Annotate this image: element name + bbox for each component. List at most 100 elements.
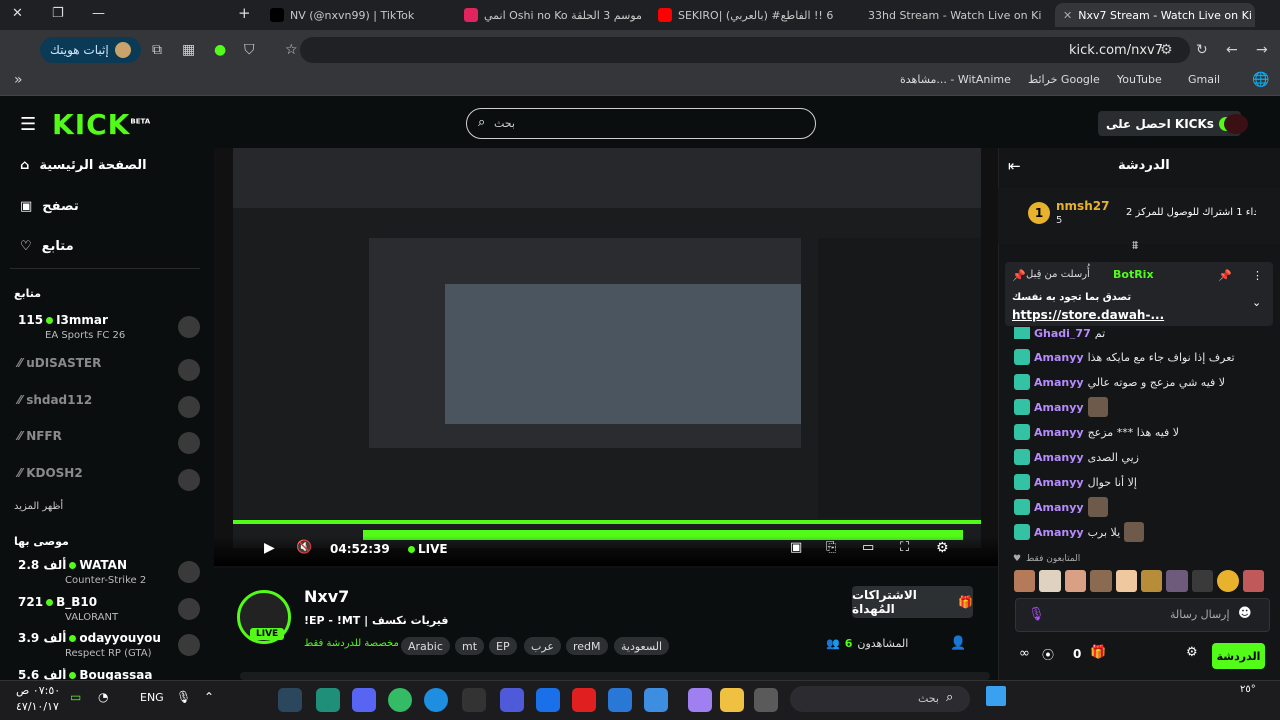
epic-games-icon[interactable] [462, 688, 486, 712]
emote[interactable] [1217, 570, 1239, 592]
new-tab-icon[interactable]: + [238, 4, 251, 22]
emote[interactable] [1166, 570, 1188, 592]
clock-time[interactable]: ٠٧:٥٠ ص [16, 684, 60, 697]
play-icon[interactable]: ▶ [264, 540, 275, 556]
video-progress-bar[interactable] [233, 520, 981, 524]
tab-kick-33hd[interactable]: 33hd Stream - Watch Live on Ki [860, 3, 1045, 27]
clock-date[interactable]: ٤٧/١٠/١٧ [16, 700, 59, 713]
edge-icon[interactable] [424, 688, 448, 712]
reload-icon[interactable]: ↻ [1196, 42, 1208, 58]
app-icon[interactable] [316, 688, 340, 712]
clip-icon[interactable]: ⎘ [826, 540, 836, 555]
menu-icon[interactable]: ☰ [20, 114, 36, 135]
chat-input[interactable] [1015, 598, 1270, 632]
back-icon[interactable]: → [1256, 42, 1268, 58]
copilot-icon[interactable] [688, 688, 712, 712]
app-icon[interactable] [572, 688, 596, 712]
pip-icon[interactable]: ▣ [790, 540, 802, 555]
streamer-name[interactable]: Nxv7 [304, 587, 349, 606]
theater-mode-icon[interactable]: ▭ [862, 540, 874, 555]
following-item-kdosh2[interactable]: ⁄⁄ KDOSH2 [18, 466, 200, 502]
nav-following[interactable]: ♡ متابع [20, 239, 74, 254]
recommended-item-odayyouyou[interactable]: 3.9 ألف odayyouyou Respect RP (GTA) [18, 631, 200, 667]
gifted-subs-button[interactable]: الاشتراكات المُهداة 🎁 [852, 586, 973, 618]
identity-button[interactable]: إثبات هويتك [40, 37, 141, 63]
tag[interactable]: عرب [524, 637, 561, 655]
close-tab-icon[interactable]: ✕ [1063, 9, 1072, 22]
store-icon[interactable] [644, 688, 668, 712]
tab-tiktok[interactable]: NV (@nxvn99) | TikTok [262, 3, 447, 27]
emote[interactable] [1090, 570, 1112, 592]
address-bar[interactable] [300, 37, 1190, 63]
send-chat-button[interactable]: الدردشة [1212, 643, 1265, 669]
rewards-icon[interactable]: 🎁 [1090, 645, 1106, 660]
steam-icon[interactable] [278, 688, 302, 712]
bookmark-google-maps[interactable]: خرائط Google [1028, 73, 1100, 86]
site-settings-icon[interactable]: ⚙ [1160, 42, 1173, 58]
wifi-icon[interactable]: ◔ [98, 690, 108, 704]
user-avatar[interactable] [1224, 114, 1248, 134]
emote[interactable] [1115, 570, 1138, 592]
extension-badge-icon[interactable]: ● [214, 42, 226, 58]
language-indicator[interactable]: ENG [140, 691, 164, 704]
nav-home[interactable]: ⌂ الصفحة الرئيسية [20, 158, 147, 173]
settings-icon[interactable]: ⚙ [936, 540, 949, 556]
tag[interactable]: mt [455, 637, 485, 655]
extension-icon[interactable]: ▦ [182, 42, 195, 58]
recommended-item-watan[interactable]: 2.8 ألف WATAN Counter-Strike 2 [18, 558, 200, 594]
emote[interactable] [1064, 570, 1087, 592]
emoji-icon[interactable]: ☻ [1238, 606, 1252, 621]
search-input[interactable] [466, 108, 816, 139]
discord-icon[interactable] [352, 688, 376, 712]
shield-icon[interactable]: ⛉ [244, 42, 255, 58]
following-item-nffr[interactable]: ⁄⁄ NFFR [18, 429, 200, 465]
microphone-icon[interactable]: 🎙 [176, 690, 191, 704]
following-item-shdad112[interactable]: ⁄⁄ shdad112 [18, 393, 200, 429]
pinned-link[interactable]: https://store.dawah-... [1012, 308, 1164, 322]
emote[interactable] [1039, 570, 1061, 592]
restore-window-icon[interactable]: ❐ [52, 6, 64, 21]
battery-icon[interactable]: ▭ [70, 690, 81, 704]
taskbar-search[interactable] [790, 686, 970, 712]
kick-logo[interactable]: KICKBETA [52, 108, 150, 141]
emote[interactable] [1141, 570, 1163, 592]
unpin-icon[interactable]: 📌 [1218, 269, 1232, 282]
emote[interactable] [1242, 570, 1265, 592]
weather-temp[interactable]: ٢٥° [1240, 684, 1256, 695]
pinned-user[interactable]: BotRix [1113, 268, 1154, 281]
taskbar-app-icon[interactable] [754, 688, 778, 712]
expand-leaderboard-icon[interactable]: ⩩ [1132, 238, 1138, 253]
bookmark-gmail[interactable]: Gmail [1188, 73, 1220, 86]
collapse-chat-icon[interactable]: ⇤ [1008, 157, 1021, 175]
close-window-icon[interactable]: ✕ [12, 6, 23, 21]
extensions-icon[interactable]: ⧉ [152, 42, 162, 58]
nav-browse[interactable]: ▣ تصفح [20, 199, 79, 214]
more-options-icon[interactable]: ⋮ [1252, 269, 1263, 282]
chat-settings-icon[interactable]: ⚙ [1186, 645, 1198, 660]
emote[interactable] [1014, 570, 1036, 592]
file-explorer-icon[interactable] [720, 688, 744, 712]
leader-name[interactable]: nmsh27 [1056, 199, 1109, 213]
chevron-down-icon[interactable]: ⌄ [1252, 296, 1261, 309]
minimize-window-icon[interactable]: — [92, 6, 105, 21]
follow-user-icon[interactable]: 👤 [950, 636, 966, 651]
chrome-icon[interactable] [388, 688, 412, 712]
outlook-icon[interactable] [608, 688, 632, 712]
recommended-item-bougassaa[interactable]: 5.6 ألف Bougassaa [18, 668, 200, 680]
tab-anime[interactable]: انمي Oshi no Ko الموسم 3 الحلقة [456, 3, 641, 27]
bookmark-star-icon[interactable]: ☆ [285, 42, 298, 58]
bookmark-youtube[interactable]: YouTube [1117, 73, 1162, 86]
tag[interactable]: EP [489, 637, 517, 655]
microphone-icon[interactable]: 🎙 [1028, 607, 1045, 622]
tab-youtube[interactable]: SEKIRO| (بالعربي) #6 !! الفاطع [650, 3, 835, 27]
emote[interactable] [1191, 570, 1214, 592]
forward-icon[interactable]: ← [1226, 42, 1238, 58]
get-kicks-button[interactable]: احصل على KICKs [1098, 111, 1241, 136]
tag[interactable]: السعودية [614, 637, 670, 655]
mute-icon[interactable]: 🔇 [296, 540, 312, 555]
fullscreen-icon[interactable]: ⛶ [900, 540, 909, 555]
bookmark-witanime[interactable]: مشاهدة... - WitAnime [900, 73, 1011, 86]
tag[interactable]: Arabic [401, 637, 450, 655]
chevron-up-icon[interactable]: ⌃ [204, 690, 214, 704]
show-more-link[interactable]: أظهر المزيد [14, 501, 63, 512]
